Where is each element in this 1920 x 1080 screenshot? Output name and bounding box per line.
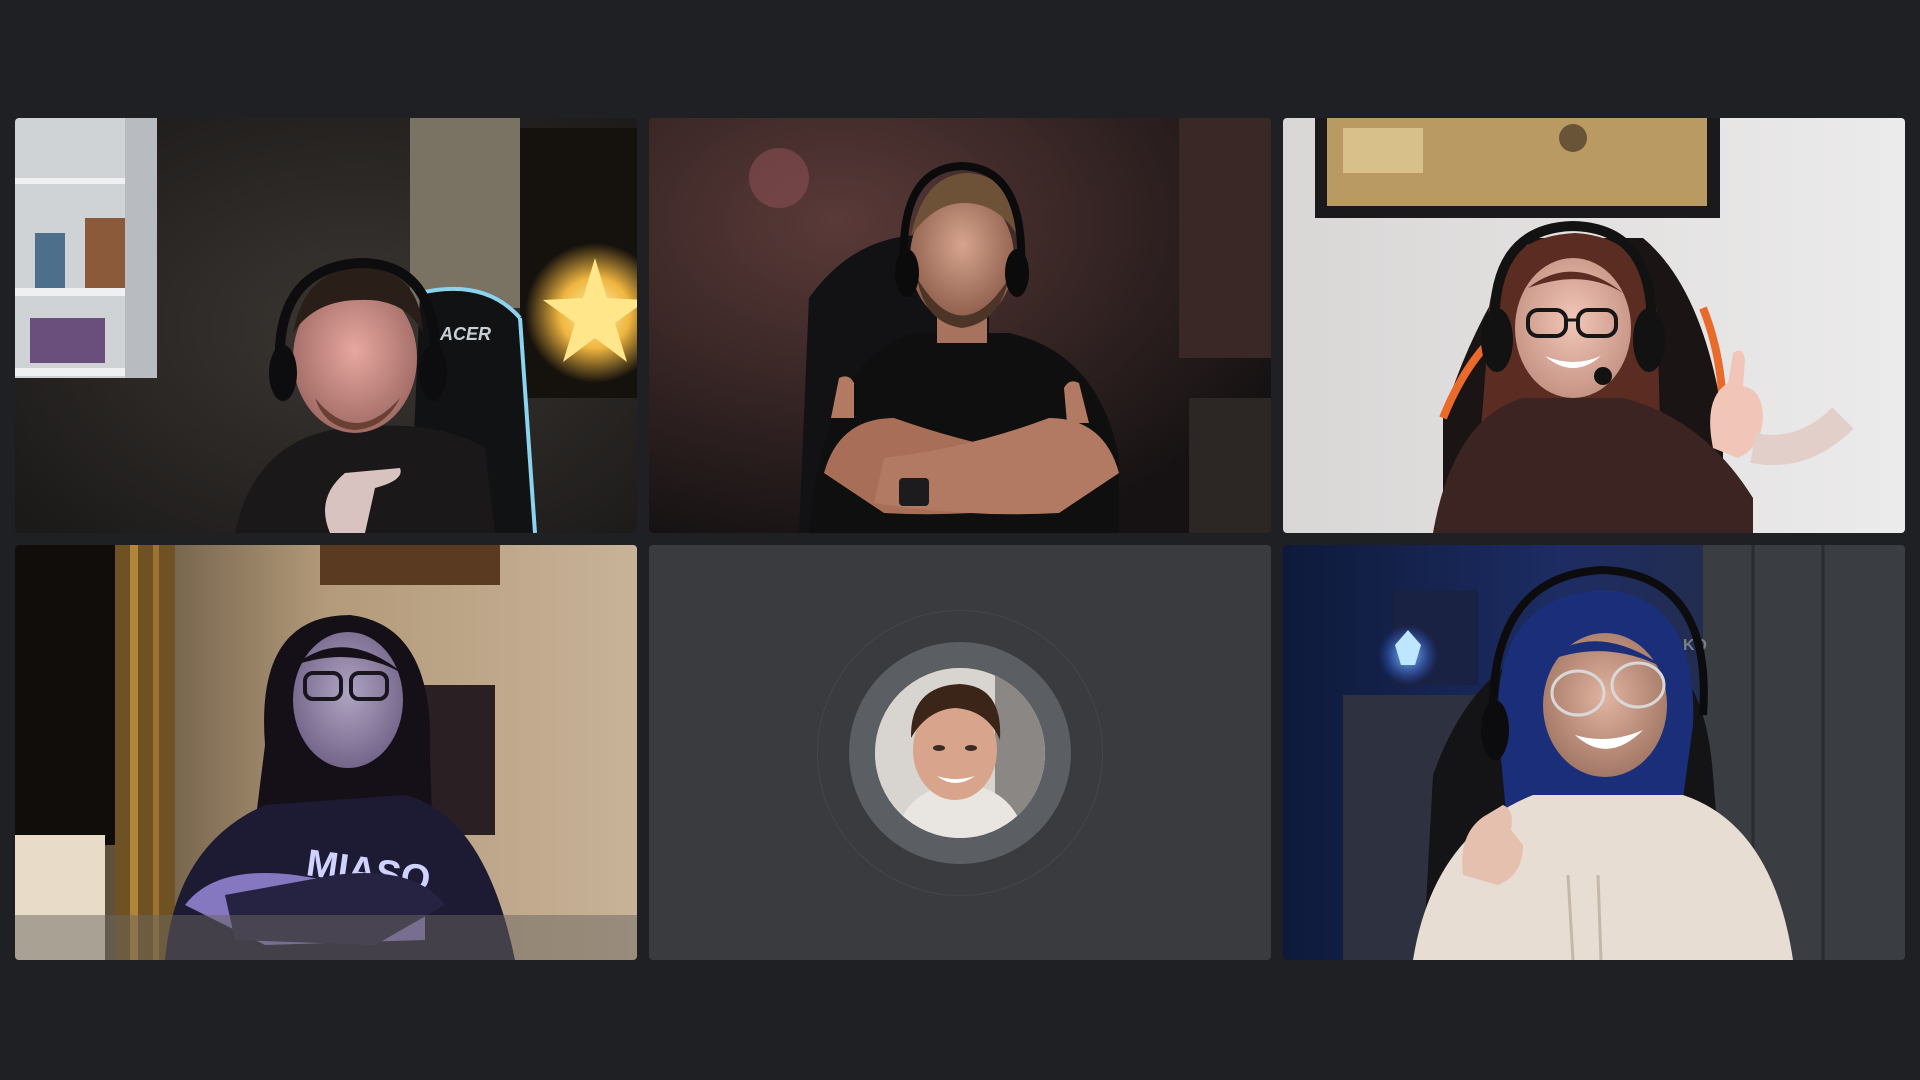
participant-tile-5[interactable] bbox=[649, 545, 1271, 960]
participant-video-2 bbox=[649, 118, 1271, 533]
avatar-photo bbox=[875, 667, 1045, 838]
participant-video-3 bbox=[1283, 118, 1905, 533]
participant-video-4: MIASO bbox=[15, 545, 637, 960]
participant-tile-4[interactable]: MIASO bbox=[15, 545, 637, 960]
participant-tile-6[interactable]: KO bbox=[1283, 545, 1905, 960]
video-call-window: ACER MIASO KO bbox=[0, 0, 1920, 1080]
participant-video-6: KO bbox=[1283, 545, 1905, 960]
participant-grid: ACER MIASO KO bbox=[15, 118, 1905, 960]
participant-tile-2[interactable] bbox=[649, 118, 1271, 533]
participant-tile-3[interactable] bbox=[1283, 118, 1905, 533]
participant-video-1: ACER bbox=[15, 118, 637, 533]
participant-tile-1[interactable]: ACER bbox=[15, 118, 637, 533]
chair-logo: ACER bbox=[439, 324, 491, 344]
avatar bbox=[875, 667, 1045, 838]
